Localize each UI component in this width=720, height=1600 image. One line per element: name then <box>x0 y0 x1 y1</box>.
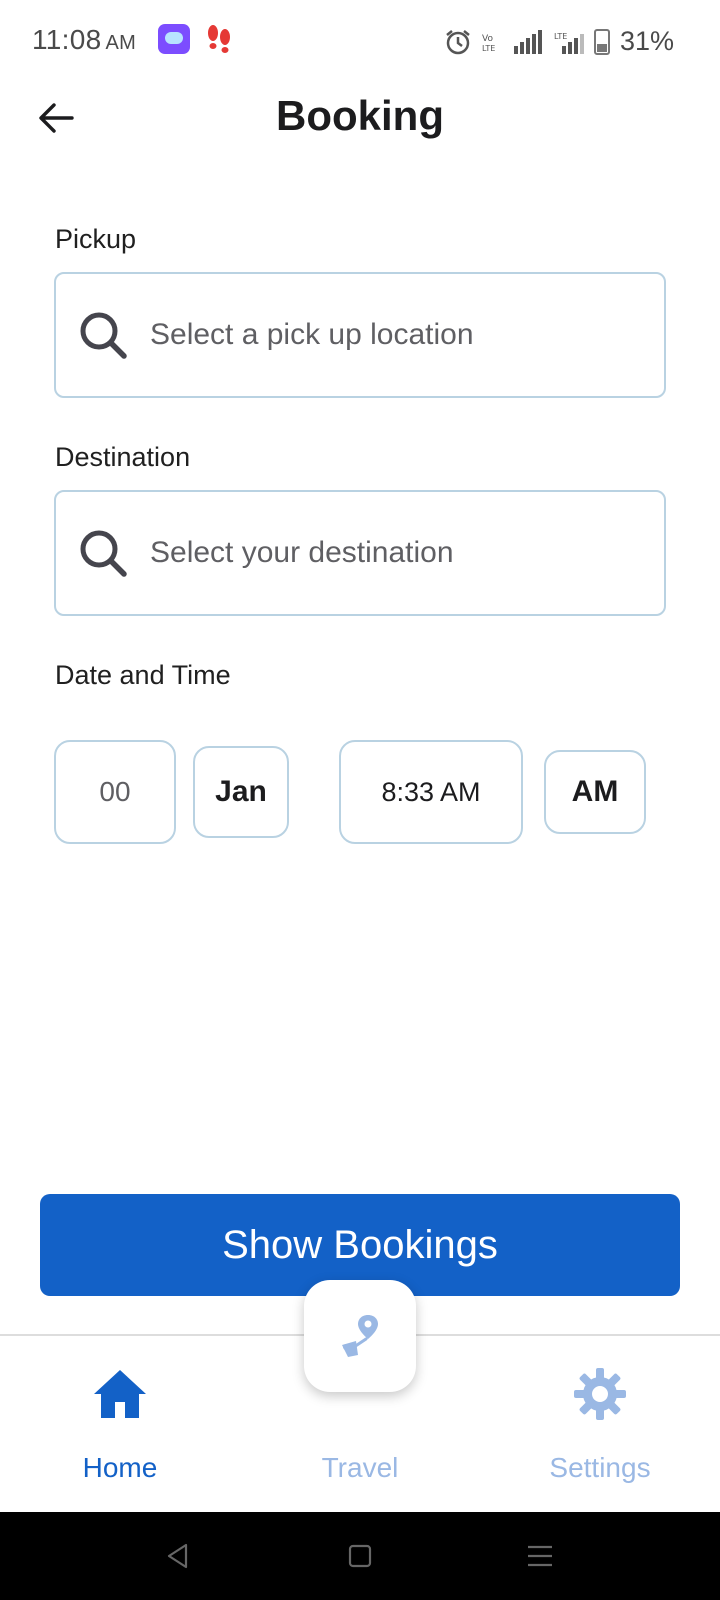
system-home-button[interactable] <box>336 1532 384 1580</box>
pickup-placeholder: Select a pick up location <box>150 318 474 351</box>
triangle-back-icon <box>167 1543 188 1569</box>
date-time-label: Date and Time <box>55 660 231 690</box>
status-time-value: 11:08 <box>32 24 102 55</box>
nav-item-home[interactable]: Home <box>0 1364 240 1484</box>
battery-percent: 31% <box>619 26 674 56</box>
volte-icon: Vo LTE <box>482 34 495 53</box>
signal-icon <box>513 29 542 54</box>
period-selector[interactable]: AM <box>544 750 646 834</box>
alarm-icon <box>446 29 470 54</box>
lte-signal-icon: LTE <box>554 32 584 54</box>
nav-label-home: Home <box>82 1452 158 1483</box>
pickup-input[interactable]: Select a pick up location <box>54 272 666 398</box>
status-time-suffix: AM <box>105 32 137 54</box>
menu-lines-icon <box>528 1545 552 1567</box>
system-status-icons: Vo LTE LTE 31% <box>444 26 674 57</box>
svg-text:Vo: Vo <box>482 34 493 44</box>
pickup-label: Pickup <box>55 224 137 254</box>
month-selector[interactable]: Jan <box>193 746 289 838</box>
destination-label: Destination <box>55 442 191 472</box>
nav-label-settings: Settings <box>549 1452 651 1483</box>
footsteps-icon <box>206 24 232 56</box>
home-icon <box>94 1370 146 1418</box>
system-menu-button[interactable] <box>516 1532 564 1580</box>
chat-app-icon <box>158 24 190 54</box>
search-icon <box>80 530 127 577</box>
gear-icon <box>574 1368 626 1420</box>
svg-text:LTE: LTE <box>482 44 495 53</box>
day-selector[interactable]: 00 <box>54 740 176 844</box>
square-home-icon <box>348 1544 372 1568</box>
nav-item-settings[interactable]: Settings <box>480 1364 720 1484</box>
page-title: Booking <box>276 92 444 139</box>
battery-icon <box>593 28 610 55</box>
time-selector[interactable]: 8:33 AM <box>339 740 523 844</box>
route-pin-icon <box>342 1315 378 1357</box>
status-time: 11:08 AM <box>32 24 136 56</box>
system-back-button[interactable] <box>154 1532 202 1580</box>
destination-placeholder: Select your destination <box>150 536 454 569</box>
search-icon <box>80 312 127 359</box>
nav-label-travel: Travel <box>321 1452 399 1483</box>
svg-text:LTE: LTE <box>554 32 567 41</box>
travel-fab-button[interactable] <box>304 1280 416 1392</box>
destination-input[interactable]: Select your destination <box>54 490 666 616</box>
